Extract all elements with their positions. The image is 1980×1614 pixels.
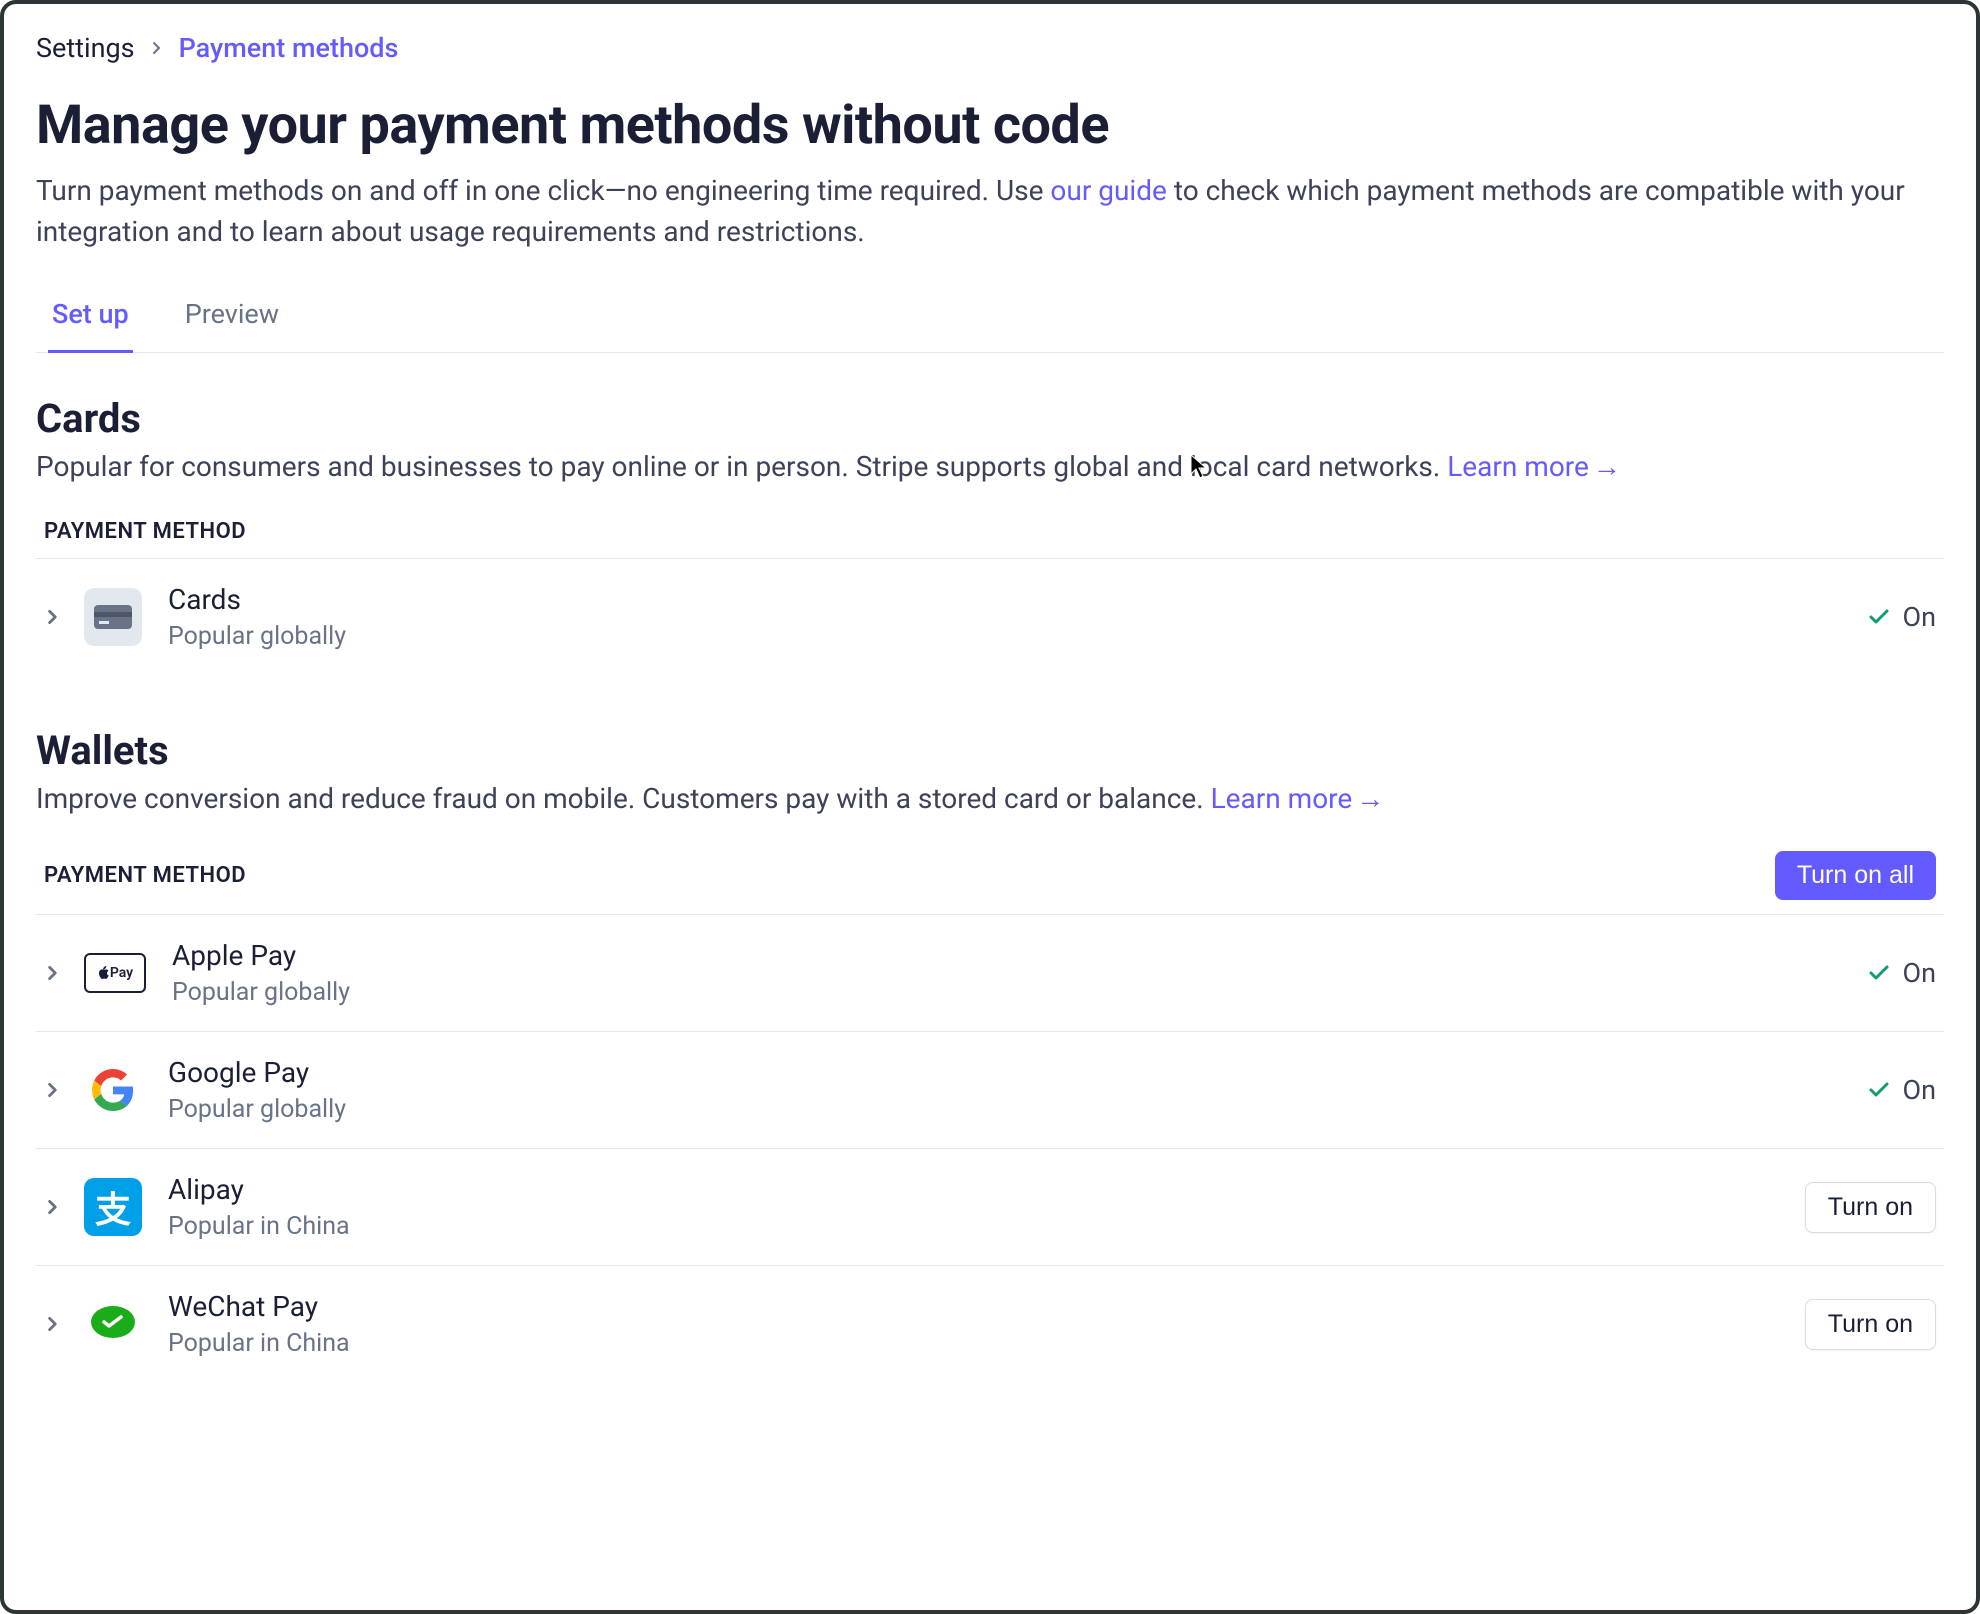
method-name: WeChat Pay [168,1290,1805,1323]
section-subtitle-wallets: Improve conversion and reduce fraud on m… [36,782,1944,815]
breadcrumb: Settings Payment methods [36,32,1944,64]
method-row-cards: Cards Popular globally On [36,559,1944,675]
cards-subtitle-text: Popular for consumers and businesses to … [36,450,1447,483]
breadcrumb-current[interactable]: Payment methods [179,32,399,64]
method-desc: Popular globally [168,1095,1867,1124]
method-info: Apple Pay Popular globally [172,939,1867,1007]
arrow-right-icon: → [1593,450,1621,483]
table-header-cards: PAYMENT METHOD [36,519,1944,559]
wechat-pay-icon [84,1295,142,1353]
turn-on-button[interactable]: Turn on [1805,1299,1936,1350]
method-info: Google Pay Popular globally [168,1056,1867,1124]
method-info: Cards Popular globally [168,583,1867,651]
page-subtitle: Turn payment methods on and off in one c… [36,171,1944,252]
expand-chevron-icon[interactable] [44,964,62,982]
chevron-right-icon [149,40,165,56]
check-icon [1867,961,1891,985]
method-status: On [1867,957,1937,989]
check-icon [1867,1078,1891,1102]
method-name: Google Pay [168,1056,1867,1089]
apple-pay-icon: Pay [84,953,146,993]
method-name: Cards [168,583,1867,616]
turn-on-all-button[interactable]: Turn on all [1775,851,1936,900]
method-name: Alipay [168,1173,1805,1206]
expand-chevron-icon[interactable] [44,1081,62,1099]
alipay-icon: 支 [84,1178,142,1236]
tab-preview[interactable]: Preview [181,298,283,353]
status-text: On [1903,1074,1937,1106]
section-subtitle-cards: Popular for consumers and businesses to … [36,450,1944,483]
method-desc: Popular in China [168,1212,1805,1241]
method-desc: Popular in China [168,1329,1805,1358]
our-guide-link[interactable]: our guide [1050,174,1166,207]
tabs: Set up Preview [36,298,1944,353]
turn-on-button[interactable]: Turn on [1805,1182,1936,1233]
page-title: Manage your payment methods without code [36,94,1944,157]
section-wallets: Wallets Improve conversion and reduce fr… [36,727,1944,1382]
method-row-apple-pay: Pay Apple Pay Popular globally On [36,915,1944,1032]
learn-more-label: Learn more [1211,782,1353,815]
check-icon [1867,605,1891,629]
expand-chevron-icon[interactable] [44,1315,62,1333]
method-info: Alipay Popular in China [168,1173,1805,1241]
learn-more-label: Learn more [1447,450,1589,483]
subtitle-text-before: Turn payment methods on and off in one c… [36,174,1050,207]
method-desc: Popular globally [168,622,1867,651]
method-row-wechat-pay: WeChat Pay Popular in China Turn on [36,1266,1944,1382]
tab-setup[interactable]: Set up [48,298,133,353]
method-desc: Popular globally [172,978,1867,1007]
method-status: Turn on [1805,1299,1936,1350]
method-row-alipay: 支 Alipay Popular in China Turn on [36,1149,1944,1266]
cards-icon [84,588,142,646]
method-name: Apple Pay [172,939,1867,972]
method-status: On [1867,1074,1937,1106]
learn-more-wallets-link[interactable]: Learn more→ [1211,782,1385,815]
method-status: On [1867,601,1937,633]
expand-chevron-icon[interactable] [44,608,62,626]
section-title-wallets: Wallets [36,727,1944,774]
status-text: On [1903,957,1937,989]
google-pay-icon [84,1061,142,1119]
section-cards: Cards Popular for consumers and business… [36,395,1944,675]
learn-more-cards-link[interactable]: Learn more→ [1447,450,1621,483]
expand-chevron-icon[interactable] [44,1198,62,1216]
method-info: WeChat Pay Popular in China [168,1290,1805,1358]
section-title-cards: Cards [36,395,1944,442]
breadcrumb-parent[interactable]: Settings [36,32,135,64]
arrow-right-icon: → [1356,782,1384,815]
table-header-wallets: PAYMENT METHOD Turn on all [36,851,1944,915]
table-header-label: PAYMENT METHOD [44,863,246,888]
status-text: On [1903,601,1937,633]
wallets-subtitle-text: Improve conversion and reduce fraud on m… [36,782,1211,815]
method-status: Turn on [1805,1182,1936,1233]
method-row-google-pay: Google Pay Popular globally On [36,1032,1944,1149]
table-header-label: PAYMENT METHOD [44,519,246,544]
